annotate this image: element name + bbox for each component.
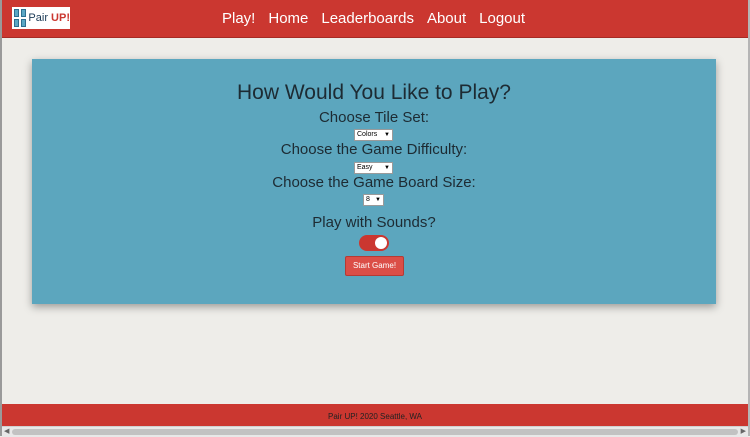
start-game-button[interactable]: Start Game! xyxy=(345,256,404,276)
logo-text-up: UP! xyxy=(51,12,70,24)
nav-link-play[interactable]: Play! xyxy=(222,10,255,27)
difficulty-select[interactable]: Easy ▼ xyxy=(354,162,393,174)
page-title: How Would You Like to Play? xyxy=(237,81,511,104)
toggle-knob xyxy=(375,237,387,249)
logo[interactable]: Pair UP! xyxy=(12,7,70,29)
dropdown-arrow-icon: ▼ xyxy=(384,132,390,138)
sounds-label: Play with Sounds? xyxy=(312,214,436,231)
logo-text-pair: Pair xyxy=(28,12,52,24)
nav-links: Play! Home Leaderboards About Logout xyxy=(222,0,525,37)
tile-set-select[interactable]: Colors ▼ xyxy=(354,129,393,141)
nav-link-leaderboards[interactable]: Leaderboards xyxy=(321,10,414,27)
horizontal-scrollbar[interactable]: ◀ ▶ xyxy=(2,426,748,437)
difficulty-value: Easy xyxy=(357,164,373,171)
nav-link-about[interactable]: About xyxy=(427,10,466,27)
dropdown-arrow-icon: ▼ xyxy=(384,165,390,171)
tile-grid-icon xyxy=(14,9,27,27)
sounds-toggle[interactable] xyxy=(359,235,389,251)
difficulty-label: Choose the Game Difficulty: xyxy=(280,141,468,158)
tile-set-value: Colors xyxy=(357,131,378,138)
board-size-label: Choose the Game Board Size: xyxy=(272,174,476,191)
footer-text: Pair UP! 2020 Seattle, WA xyxy=(328,412,422,421)
dropdown-arrow-icon: ▼ xyxy=(375,197,381,203)
nav-link-home[interactable]: Home xyxy=(268,10,308,27)
tile-set-label: Choose Tile Set: xyxy=(318,109,430,126)
logo-text: Pair UP! xyxy=(28,12,70,24)
window-border-left xyxy=(0,0,2,436)
nav-link-logout[interactable]: Logout xyxy=(479,10,525,27)
board-size-value: 8 xyxy=(366,196,370,203)
top-navbar: Pair UP! Play! Home Leaderboards About L… xyxy=(2,0,748,38)
board-size-select[interactable]: 8 ▼ xyxy=(363,194,384,206)
scrollbar-thumb[interactable] xyxy=(12,429,738,435)
footer: Pair UP! 2020 Seattle, WA xyxy=(2,404,748,426)
